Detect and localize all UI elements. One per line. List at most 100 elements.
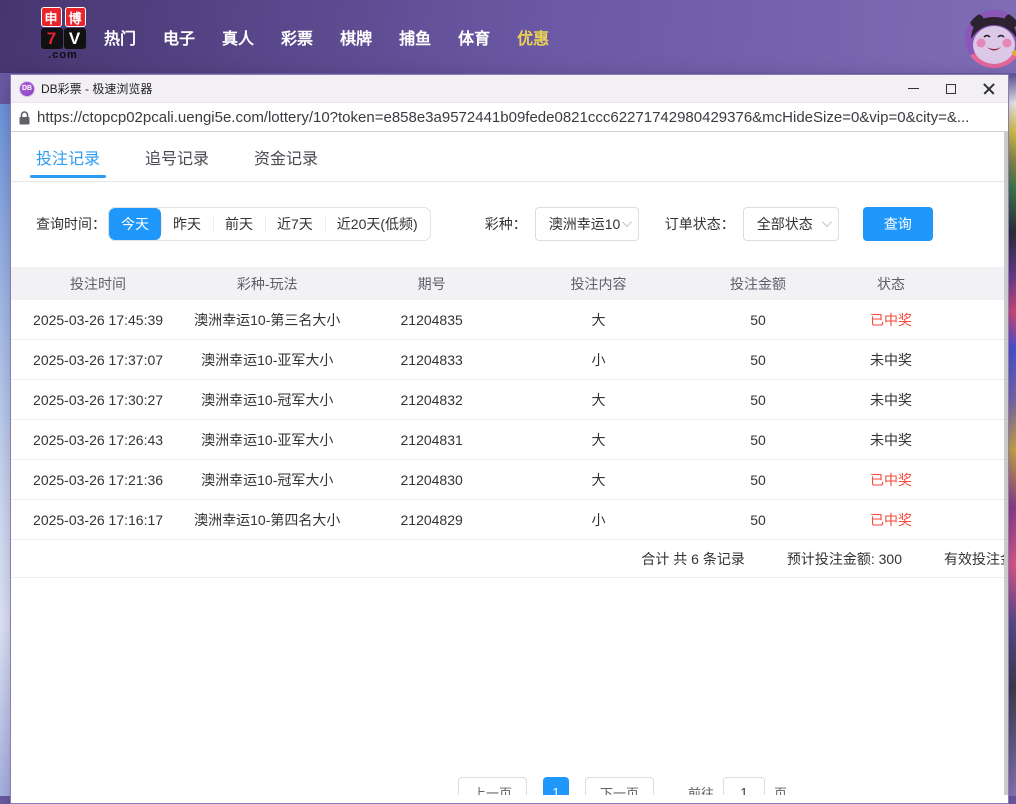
top-menu-item[interactable]: 电子 [163,25,195,49]
top-menu-item[interactable]: 捕鱼 [399,25,431,49]
table-body: 2025-03-26 17:45:39 澳洲幸运10-第三名大小 2120483… [11,300,1008,540]
cell-status: 已中奖 [833,310,949,330]
logo-char-v: V [64,28,86,49]
cell-bet-time: 2025-03-26 17:37:07 [11,352,185,368]
cell-amount: 50 [683,392,833,408]
goto-page-input[interactable] [723,777,765,795]
user-avatar[interactable] [964,9,1016,69]
search-button[interactable]: 查询 [863,207,933,241]
browser-window: DB DB彩票 - 极速浏览器 https://ctopcp02pcali.ue… [10,74,1009,804]
cell-status: 未中奖 [833,390,949,410]
minimize-icon [908,88,919,89]
top-menu-item[interactable]: 体育 [458,25,490,49]
page-content: 投注记录 追号记录 资金记录 查询时间： 今天 昨天 前天 近7天 近20天(低… [11,132,1008,795]
lock-icon [19,111,30,125]
cell-status: 未中奖 [833,430,949,450]
maximize-button[interactable] [932,75,970,102]
goto-page-suffix: 页 [774,783,787,796]
record-tabs: 投注记录 追号记录 资金记录 [11,132,1008,182]
address-bar[interactable]: https://ctopcp02pcali.uengi5e.com/lotter… [11,102,1008,132]
time-range-option[interactable]: 前天 [213,208,265,240]
goto-label: 前往 [688,783,714,796]
cell-issue: 21204835 [349,312,513,328]
time-range-option[interactable]: 今天 [109,208,161,240]
top-menu-item[interactable]: 热门 [104,25,136,49]
col-header-game-play: 彩种-玩法 [185,274,349,294]
table-row: 2025-03-26 17:26:43 澳洲幸运10-亚军大小 21204831… [11,420,1008,460]
app-icon: DB [19,81,35,97]
record-tab[interactable]: 追号记录 [145,132,209,181]
site-logo[interactable]: 申 博 7 V .com [38,7,88,61]
summary-expected: 预计投注金额: 300 [787,549,902,569]
lottery-select-value: 澳洲幸运10 [549,214,621,234]
top-menu-item[interactable]: 真人 [222,25,254,49]
window-controls [894,75,1008,102]
cell-issue: 21204829 [349,512,513,528]
cell-game-play: 澳洲幸运10-亚军大小 [185,350,349,370]
background-right-strip [1008,74,1016,796]
time-range-option[interactable]: 近7天 [265,208,325,240]
chevron-down-icon [822,217,832,227]
prev-page-button[interactable]: 上一页 [458,777,527,795]
close-button[interactable] [970,75,1008,102]
bet-records-table: 投注时间 彩种-玩法 期号 投注内容 投注金额 状态 2025-03-26 17… [11,267,1008,540]
cell-status: 已中奖 [833,510,949,530]
col-header-amount: 投注金额 [683,274,833,294]
window-titlebar: DB DB彩票 - 极速浏览器 [11,75,1008,102]
cell-bet-time: 2025-03-26 17:30:27 [11,392,185,408]
col-header-status: 状态 [833,274,949,294]
top-navigation-bar: 申 博 7 V .com 热门 电子 真人 彩票 棋牌 捕鱼 体育 优惠 [0,0,1016,73]
cell-game-play: 澳洲幸运10-第四名大小 [185,510,349,530]
current-page-button[interactable]: 1 [543,777,569,795]
table-row: 2025-03-26 17:45:39 澳洲幸运10-第三名大小 2120483… [11,300,1008,340]
cell-content: 大 [514,430,683,450]
top-menu: 热门 电子 真人 彩票 棋牌 捕鱼 体育 优惠 [104,0,549,73]
cell-amount: 50 [683,472,833,488]
page-scrollbar[interactable] [1004,132,1008,795]
cell-status: 已中奖 [833,470,949,490]
order-status-select[interactable]: 全部状态 [743,207,839,241]
cell-game-play: 澳洲幸运10-亚军大小 [185,430,349,450]
col-header-content: 投注内容 [514,274,683,294]
top-menu-item[interactable]: 优惠 [517,25,549,49]
lottery-select[interactable]: 澳洲幸运10 [535,207,639,241]
time-range-option[interactable]: 昨天 [161,208,213,240]
cell-bet-time: 2025-03-26 17:45:39 [11,312,185,328]
logo-mid-row: 7 V [38,28,88,49]
summary-row: 合计 共 6 条记录 预计投注金额: 300 有效投注金额 [11,540,1008,578]
record-tab[interactable]: 投注记录 [36,132,100,181]
next-page-button[interactable]: 下一页 [585,777,654,795]
logo-com-text: .com [38,49,88,61]
logo-char-7: 7 [41,28,63,49]
maximize-icon [946,84,956,94]
cell-game-play: 澳洲幸运10-第三名大小 [185,310,349,330]
cell-issue: 21204833 [349,352,513,368]
order-status-value: 全部状态 [757,214,813,234]
record-tab[interactable]: 资金记录 [254,132,318,181]
cell-amount: 50 [683,512,833,528]
cell-amount: 50 [683,432,833,448]
time-range-option[interactable]: 近20天(低频) [325,208,430,240]
logo-char-bo: 博 [65,7,86,27]
top-menu-item[interactable]: 彩票 [281,25,313,49]
cell-bet-time: 2025-03-26 17:21:36 [11,472,185,488]
minimize-button[interactable] [894,75,932,102]
col-header-issue: 期号 [349,274,513,294]
cell-content: 小 [514,510,683,530]
cell-issue: 21204830 [349,472,513,488]
col-header-bet-time: 投注时间 [11,274,185,294]
cell-issue: 21204831 [349,432,513,448]
url-text: https://ctopcp02pcali.uengi5e.com/lotter… [37,109,969,126]
cell-issue: 21204832 [349,392,513,408]
lottery-filter-label: 彩种： [485,214,527,234]
cell-amount: 50 [683,352,833,368]
logo-char-shen: 申 [41,7,62,27]
cell-content: 小 [514,350,683,370]
order-status-label: 订单状态： [665,214,735,234]
cell-content: 大 [514,470,683,490]
summary-total: 合计 共 6 条记录 [641,549,744,569]
top-menu-item[interactable]: 棋牌 [340,25,372,49]
goto-page-group: 前往 页 [688,777,787,795]
pagination: 上一页 1 下一页 前往 页 [458,777,787,795]
cell-game-play: 澳洲幸运10-冠军大小 [185,470,349,490]
